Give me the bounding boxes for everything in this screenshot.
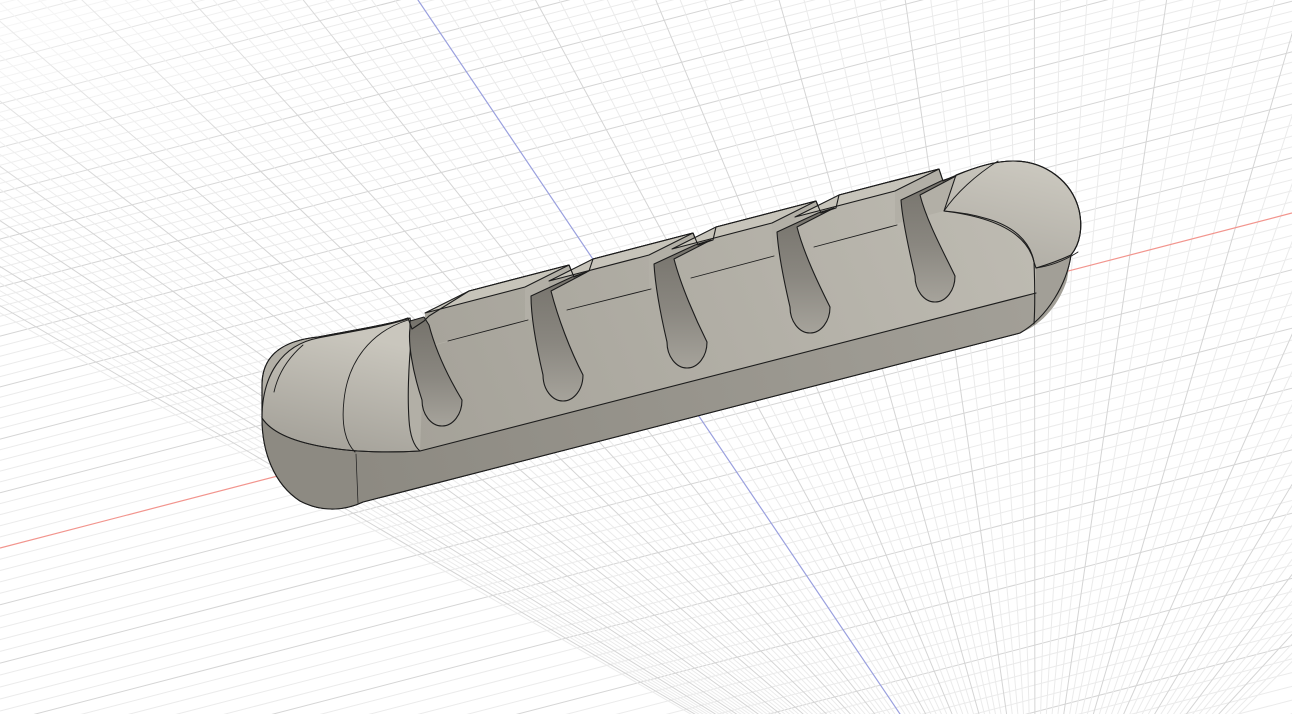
grid-line [1057, 0, 1141, 714]
grid-line [0, 565, 1292, 714]
grid-line [1113, 0, 1292, 714]
cad-viewport[interactable] [0, 0, 1292, 714]
grid-line [1143, 0, 1292, 714]
grid-line [956, 0, 1019, 714]
grid-line [982, 0, 1024, 714]
grid-line [0, 0, 1292, 28]
grid-line [1079, 0, 1250, 714]
grid-line [1096, 0, 1292, 714]
grid-line [0, 475, 1292, 714]
grid-line [0, 0, 1292, 112]
grid-line [1008, 0, 1029, 714]
grid-line [1179, 0, 1292, 714]
grid-line [0, 0, 1292, 193]
left-end-dome[interactable] [262, 318, 420, 452]
grid-line [0, 0, 1292, 36]
grid-line [0, 0, 1292, 121]
grid-line [1119, 0, 1292, 714]
viewport-canvas[interactable] [0, 0, 1292, 714]
